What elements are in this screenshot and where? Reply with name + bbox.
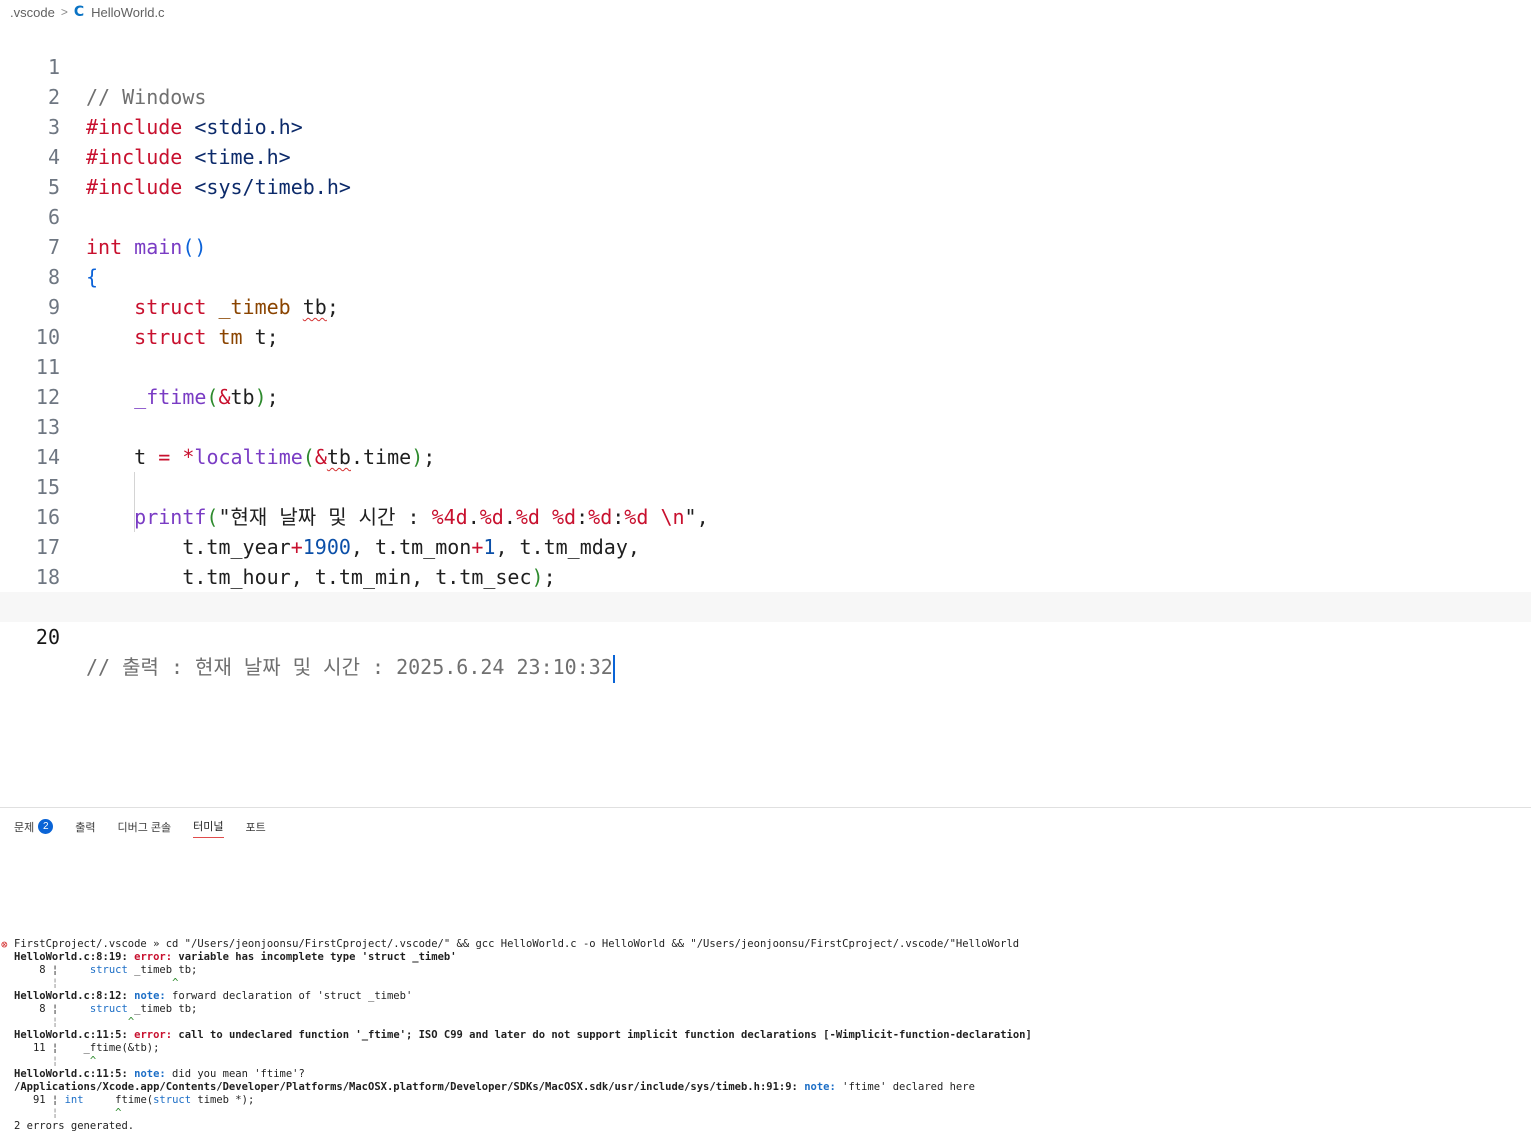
code-line[interactable]: 8 struct _timeb tb; [0, 232, 1531, 319]
code-line[interactable]: 11 _ftime(&tb); [0, 322, 1531, 409]
source-line-number: 91 ¦ [14, 1094, 59, 1106]
terminal-line: 8 ¦ struct _timeb tb; [14, 964, 197, 977]
panel-tabs: 문제 2 출력 디버그 콘솔 터미널 포트 [14, 818, 288, 838]
terminal-line: ¦ ^ [14, 1055, 96, 1068]
code-line[interactable]: 5 [0, 142, 1531, 199]
problems-count-badge: 2 [38, 819, 54, 834]
source-text: _ftime(&tb); [58, 1042, 160, 1054]
code-line[interactable]: 19 [0, 562, 1531, 619]
source-keyword: struct [89, 1003, 128, 1015]
diag-note-label: note: [134, 990, 166, 1002]
terminal-line: ¦ ^ [14, 1107, 122, 1120]
terminal-line: /Applications/Xcode.app/Contents/Develop… [14, 1081, 975, 1094]
diag-location: HelloWorld.c:11:5: [14, 1029, 128, 1041]
caret-marker: ^ [115, 1107, 122, 1119]
gutter-bar: ¦ [14, 977, 59, 989]
code-line-current[interactable]: 20 // 출력 : 현재 날짜 및 시간 : 2025.6.24 23:10:… [0, 592, 1531, 683]
breadcrumb-separator: > [60, 5, 68, 19]
comment: // 출력 : 현재 날짜 및 시간 : 2025.6.24 23:10:32 [86, 655, 613, 679]
tab-output[interactable]: 출력 [75, 818, 95, 838]
terminal-line: 8 ¦ struct _timeb tb; [14, 1003, 197, 1016]
code-line[interactable]: 18 } [0, 532, 1531, 619]
code-line[interactable]: 16 t.tm_year+1900, t.tm_mon+1, t.tm_mday… [0, 472, 1531, 559]
tab-label: 포트 [245, 821, 266, 834]
diag-message: call to undeclared function '_ftime'; IS… [178, 1029, 1032, 1041]
tab-label: 문제 [14, 821, 35, 834]
terminal-line: ¦ ^ [14, 1016, 134, 1029]
tab-problems[interactable]: 문제 2 [14, 818, 54, 838]
terminal-line: 91 ¦ int ftime(struct timeb *); [14, 1094, 254, 1107]
source-keyword: struct [153, 1094, 192, 1106]
terminal-line: 11 ¦ _ftime(&tb); [14, 1042, 159, 1055]
code-line[interactable]: 3 #include <time.h> [0, 82, 1531, 169]
code-line[interactable]: 13 t = *localtime(&tb.time); [0, 382, 1531, 469]
terminal-summary: 2 errors generated. [14, 1120, 134, 1133]
terminal-line: ¦ ^ [14, 977, 178, 990]
terminal-line: HelloWorld.c:8:12: note: forward declara… [14, 990, 412, 1003]
source-line-number: 8 ¦ [14, 964, 59, 976]
tab-label: 출력 [75, 821, 96, 834]
gutter-bar: ¦ [14, 1016, 59, 1028]
terminal-line: HelloWorld.c:8:19: error: variable has i… [14, 951, 457, 964]
c-file-icon: C [73, 4, 85, 20]
error-status-icon[interactable]: ⊗ [1, 938, 8, 951]
diag-message: variable has incomplete type 'struct _ti… [178, 951, 457, 963]
diag-location: /Applications/Xcode.app/Contents/Develop… [14, 1081, 798, 1093]
code-line[interactable]: 9 struct tm t; [0, 262, 1531, 349]
code-line[interactable]: 10 [0, 292, 1531, 349]
diag-error-label: error: [134, 1029, 173, 1041]
diag-message: 'ftime' declared here [835, 1081, 975, 1093]
gutter-bar: ¦ [14, 1055, 59, 1067]
source-line-number: 11 ¦ [14, 1042, 59, 1054]
line-content: // 출력 : 현재 날짜 및 시간 : 2025.6.24 23:10:32 [86, 652, 615, 683]
diag-location: HelloWorld.c:11:5: [14, 1068, 128, 1080]
caret-marker: ^ [89, 1055, 97, 1067]
source-text: _timeb tb; [127, 1003, 198, 1015]
source-text: timeb *); [191, 1094, 255, 1106]
diag-message: forward declaration of 'struct _timeb' [165, 990, 413, 1002]
gutter-bar: ¦ [14, 1107, 59, 1119]
code-line[interactable]: 15 printf("현재 날짜 및 시간 : %4d.%d.%d %d:%d:… [0, 442, 1531, 529]
breadcrumb-file[interactable]: HelloWorld.c [91, 5, 164, 20]
code-editor[interactable]: 1 // Windows 2 #include <stdio.h> 3 #inc… [0, 22, 1531, 683]
line-number: 20 [35, 625, 60, 649]
tab-label: 디버그 콘솔 [117, 821, 172, 834]
caret-marker: ^ [127, 1016, 135, 1028]
text-cursor [612, 654, 615, 683]
code-line[interactable]: 2 #include <stdio.h> [0, 52, 1531, 139]
diag-note-label: note: [134, 1068, 166, 1080]
code-line[interactable]: 17 t.tm_hour, t.tm_min, t.tm_sec); [0, 502, 1531, 589]
diag-location: HelloWorld.c:8:19: [14, 951, 128, 963]
code-line[interactable]: 4 #include <sys/timeb.h> [0, 112, 1531, 199]
source-line-number: 8 ¦ [14, 1003, 59, 1015]
terminal-line: HelloWorld.c:11:5: error: call to undecl… [14, 1029, 1032, 1042]
source-text: ftime( [83, 1094, 154, 1106]
diag-error-label: error: [134, 951, 173, 963]
source-keyword: int [64, 1094, 84, 1106]
bottom-panel: 문제 2 출력 디버그 콘솔 터미널 포트 ⊗ FirstCproject/.v… [0, 807, 1531, 1133]
diag-message: did you mean 'ftime'? [165, 1068, 305, 1080]
terminal-line: HelloWorld.c:11:5: note: did you mean 'f… [14, 1068, 305, 1081]
terminal-command: FirstCproject/.vscode » cd "/Users/jeonj… [14, 938, 1019, 951]
code-line[interactable]: 7 { [0, 202, 1531, 289]
code-line[interactable]: 14 [0, 412, 1531, 469]
tab-label: 터미널 [193, 821, 224, 833]
source-keyword: struct [89, 964, 128, 976]
tab-ports[interactable]: 포트 [246, 818, 266, 838]
code-line[interactable]: 1 // Windows [0, 22, 1531, 109]
code-line[interactable]: 12 [0, 352, 1531, 409]
tab-terminal[interactable]: 터미널 [193, 818, 224, 838]
caret-marker: ^ [172, 977, 179, 989]
source-text: _timeb tb; [127, 964, 198, 976]
diag-location: HelloWorld.c:8:12: [14, 990, 128, 1002]
breadcrumb-folder[interactable]: .vscode [10, 5, 55, 20]
breadcrumb: .vscode > C HelloWorld.c [10, 3, 165, 21]
tab-debug-console[interactable]: 디버그 콘솔 [118, 818, 172, 838]
command-text: FirstCproject/.vscode » cd "/Users/jeonj… [14, 938, 1020, 950]
diag-note-label: note: [804, 1081, 836, 1093]
code-line[interactable]: 6 int main() [0, 172, 1531, 259]
summary-text: 2 errors generated. [14, 1120, 135, 1132]
